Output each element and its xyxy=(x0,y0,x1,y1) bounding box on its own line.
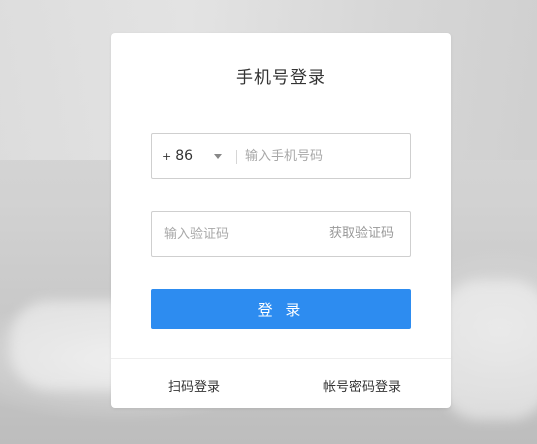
verification-code-field: 获取验证码 xyxy=(151,211,411,257)
country-code-selector[interactable]: +86 xyxy=(162,134,193,178)
password-login-link[interactable]: 帐号密码登录 xyxy=(323,376,401,395)
phone-field: +86 xyxy=(151,133,411,179)
get-code-button[interactable]: 获取验证码 xyxy=(329,212,394,256)
phone-input[interactable] xyxy=(245,134,405,178)
field-divider xyxy=(236,150,237,164)
background-keyboard-shape xyxy=(440,280,537,420)
verification-code-input[interactable] xyxy=(164,212,314,256)
country-code-value: 86 xyxy=(175,148,194,164)
login-button[interactable]: 登 录 xyxy=(151,289,411,329)
footer-divider xyxy=(111,358,451,359)
login-title: 手机号登录 xyxy=(236,68,326,88)
login-card: 手机号登录 +86 获取验证码 登 录 扫码登录 帐号密码登录 xyxy=(111,33,451,408)
caret-down-icon[interactable] xyxy=(214,154,222,159)
country-code-plus: + xyxy=(162,150,172,163)
scan-login-link[interactable]: 扫码登录 xyxy=(168,376,220,395)
